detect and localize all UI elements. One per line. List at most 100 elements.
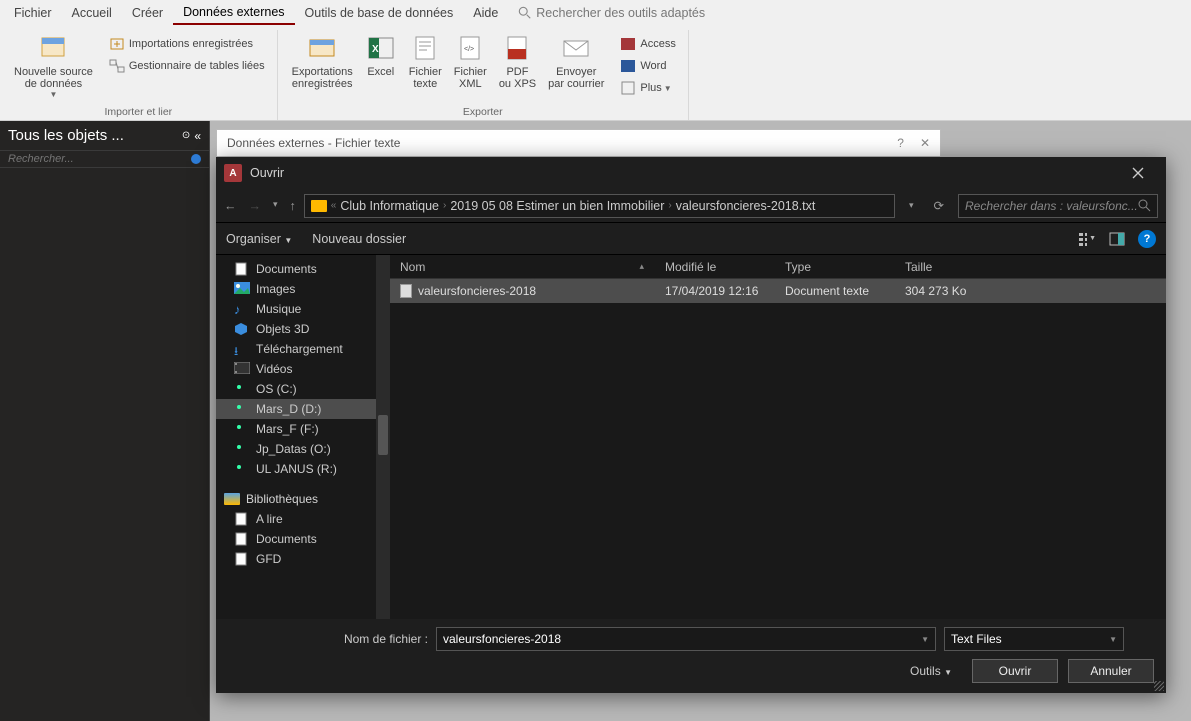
chevron-down-icon[interactable]: ⊙ [182,130,190,141]
recent-locations-button[interactable]: ▾ [273,199,278,213]
export-word-button[interactable]: Word [616,56,679,76]
tree-item[interactable]: Mars_D (D:) [216,399,376,419]
tree-section-label: Bibliothèques [246,492,318,506]
export-access-button[interactable]: Access [616,34,679,54]
history-dropdown[interactable]: ▾ [903,200,920,211]
cancel-button[interactable]: Annuler [1068,659,1154,683]
search-go-icon[interactable] [191,154,201,164]
help-button[interactable]: ? [1138,230,1156,248]
menu-creer[interactable]: Créer [122,2,173,24]
tree-item-label: Musique [256,302,301,316]
dialog-bottom-bar: Nom de fichier : valeursfoncieres-2018 ▼… [216,619,1166,693]
chevron-down-icon[interactable]: ▼ [921,635,929,644]
tree-item[interactable]: GFD [216,549,376,569]
export-email-button[interactable]: Envoyer par courrier [542,30,610,92]
folder-tree[interactable]: Documents Images♪MusiqueObjets 3D ⭳ Télécha… [216,255,376,619]
tree-item[interactable]: UL JANUS (R:) [216,459,376,479]
menu-accueil[interactable]: Accueil [62,2,122,24]
up-button[interactable]: ↑ [290,199,296,213]
tree-item-label: Documents [256,262,317,276]
tree-scrollbar[interactable] [376,255,390,619]
close-button[interactable] [1118,159,1158,187]
export-more-button[interactable]: Plus ▼ [616,78,679,98]
export-excel-button[interactable]: X Excel [359,30,403,80]
tree-item-label: Téléchargement [256,342,343,356]
tree-item[interactable]: A lire [216,509,376,529]
drive-icon [234,382,250,396]
menu-aide[interactable]: Aide [463,2,508,24]
tools-button[interactable]: Outils ▼ [900,660,962,682]
tree-item[interactable]: Jp_Datas (O:) [216,439,376,459]
preview-pane-button[interactable] [1108,230,1126,248]
resize-grip[interactable] [1152,679,1164,691]
nav-search[interactable] [0,150,209,168]
filename-input[interactable]: valeursfoncieres-2018 ▼ [436,627,936,651]
column-name[interactable]: Nom▴ [390,260,655,274]
forward-button[interactable]: → [249,199,262,213]
folder-search-placeholder: Rechercher dans : valeursfonc... [965,199,1138,213]
export-text-button[interactable]: Fichier texte [403,30,448,92]
nav-header[interactable]: Tous les objets ... ⊙ « [0,121,209,150]
linked-tables-icon [109,58,125,74]
drive-icon [234,442,250,456]
new-folder-button[interactable]: Nouveau dossier [312,232,406,246]
dl-icon: ⭳ [234,342,250,356]
3d-icon [234,322,250,336]
file-type-filter[interactable]: Text Files ▼ [944,627,1124,651]
chevron-down-icon[interactable]: ▼ [1109,635,1117,644]
refresh-button[interactable]: ⟳ [928,198,950,213]
menu-outils-bdd[interactable]: Outils de base de données [295,2,464,24]
tree-item[interactable]: ⭳ Téléchargement [216,339,376,359]
new-data-source-button[interactable]: Nouvelle source de données ▼ [8,30,99,101]
word-icon [620,58,636,74]
chevron-right-icon: › [443,200,446,211]
ribbon-group-export: Exportations enregistrées X Excel Fichie… [278,30,689,120]
tree-item[interactable]: Images [216,279,376,299]
folder-search[interactable]: Rechercher dans : valeursfonc... [958,194,1158,218]
nav-search-input[interactable] [8,153,191,165]
scrollbar-thumb[interactable] [378,415,388,455]
xml-icon: </> [454,32,486,64]
breadcrumb-item[interactable]: Club Informatique [340,199,439,213]
tree-item[interactable]: Objets 3D [216,319,376,339]
collapse-icon[interactable]: « [194,129,201,143]
export-email-label: Envoyer par courrier [548,66,604,90]
help-icon[interactable]: ? [897,136,904,150]
column-size[interactable]: Taille [895,260,975,274]
file-type: Document texte [775,284,895,298]
column-date[interactable]: Modifié le [655,260,775,274]
tree-item[interactable]: Mars_F (F:) [216,419,376,439]
export-xml-button[interactable]: </> Fichier XML [448,30,493,92]
breadcrumb-item[interactable]: valeursfoncieres-2018.txt [676,199,816,213]
tree-item[interactable]: Vidéos [216,359,376,379]
tree-item[interactable]: Documents [216,259,376,279]
linked-table-manager-button[interactable]: Gestionnaire de tables liées [105,56,269,76]
tree-item[interactable]: OS (C:) [216,379,376,399]
breadcrumb[interactable]: « Club Informatique › 2019 05 08 Estimer… [304,194,895,218]
dialog-titlebar: A Ouvrir [216,157,1166,189]
file-row[interactable]: valeursfoncieres-2018 17/04/2019 12:16 D… [390,279,1166,303]
menubar: Fichier Accueil Créer Données externes O… [0,0,1191,26]
tree-section[interactable]: Bibliothèques [216,489,376,509]
column-type[interactable]: Type [775,260,895,274]
tree-item-label: Jp_Datas (O:) [256,442,331,456]
menu-donnees-externes[interactable]: Données externes [173,1,294,25]
close-icon [1132,167,1144,179]
export-pdf-button[interactable]: PDF ou XPS [493,30,542,92]
tell-me-search[interactable]: Rechercher des outils adaptés [518,6,705,20]
export-excel-label: Excel [367,66,394,78]
menu-fichier[interactable]: Fichier [4,2,62,24]
doc-icon [234,532,250,546]
breadcrumb-item[interactable]: 2019 05 08 Estimer un bien Immobilier [450,199,664,213]
back-button[interactable]: ← [224,199,237,213]
drive-icon [234,402,250,416]
view-options-button[interactable]: ▼ [1078,230,1096,248]
organize-button[interactable]: Organiser ▼ [226,232,292,246]
saved-imports-button[interactable]: Importations enregistrées [105,34,269,54]
saved-exports-button[interactable]: Exportations enregistrées [286,30,359,92]
tree-item[interactable]: ♪Musique [216,299,376,319]
tree-item[interactable]: Documents [216,529,376,549]
close-icon[interactable]: ✕ [920,136,930,150]
open-button[interactable]: Ouvrir [972,659,1058,683]
folder-icon [311,200,327,212]
